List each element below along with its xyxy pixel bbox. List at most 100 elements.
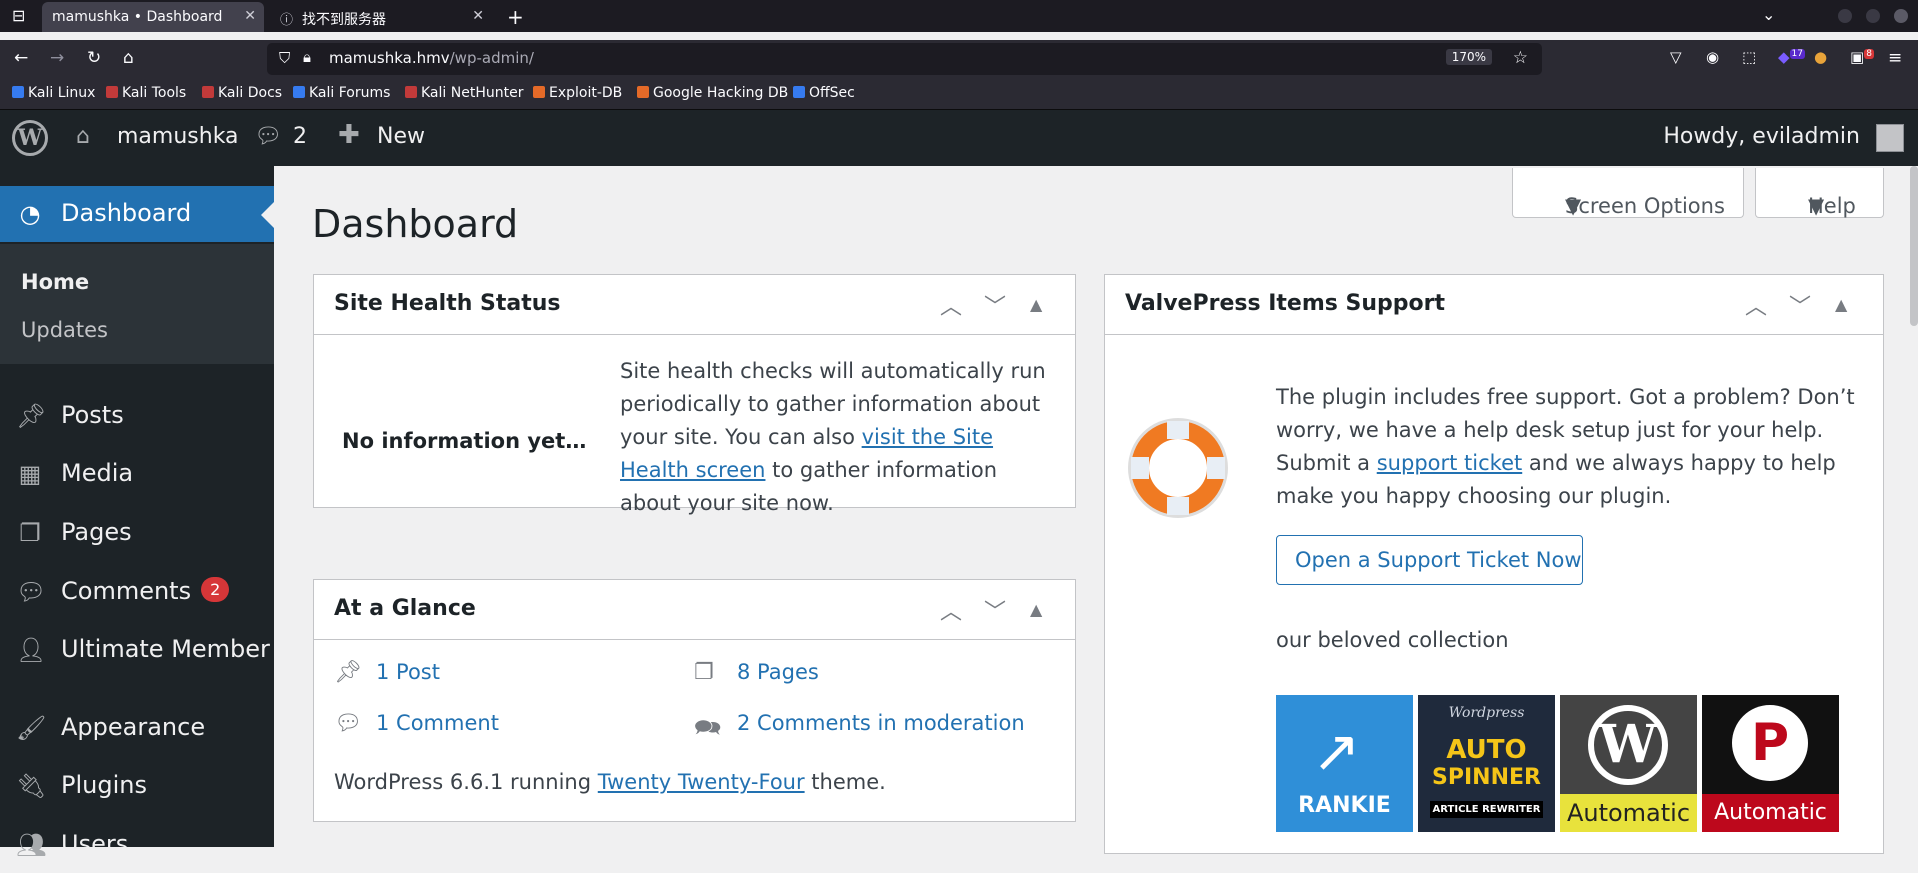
sidebar-item-media[interactable]: ▦ Media <box>0 446 274 502</box>
extensions-icon[interactable]: ⬚ <box>1742 48 1756 66</box>
move-up-icon[interactable]: ︿ <box>1745 289 1767 321</box>
glance-posts-link[interactable]: 1 Post <box>376 660 440 684</box>
wordpress-logo-icon[interactable]: W <box>12 120 48 156</box>
close-window-button[interactable] <box>1894 9 1908 23</box>
sidebar-item-plugins[interactable]: 🔌︎ Plugins <box>0 758 274 814</box>
extension-icon[interactable]: ◆ 17 <box>1778 48 1805 66</box>
tab-title: mamushka • Dashboard <box>52 9 223 25</box>
tile-label: AUTO <box>1446 735 1527 765</box>
chevron-down-icon[interactable]: ⌄ <box>1762 5 1775 24</box>
forward-icon[interactable]: → <box>50 48 64 68</box>
bookmark-kali-forums[interactable]: Kali Forums <box>293 85 390 101</box>
bookmark-ghdb[interactable]: Google Hacking DB <box>637 85 788 101</box>
site-name-link[interactable]: mamushka <box>117 124 239 149</box>
dashboard-submenu: Home Updates <box>0 244 274 364</box>
home-icon: ⌂ <box>76 124 90 149</box>
version-text: WordPress 6.6.1 running <box>334 770 592 794</box>
bookmark-kali-linux[interactable]: Kali Linux <box>12 85 95 101</box>
move-up-icon[interactable]: ︿ <box>940 594 962 626</box>
minimize-button[interactable] <box>1838 9 1852 23</box>
comments-moderation-icon: 🗪︎ <box>694 716 722 741</box>
tab-server-not-found[interactable]: ⓘ 找不到服务器 ✕ <box>270 2 492 32</box>
glance-comments-link[interactable]: 1 Comment <box>376 711 499 735</box>
support-ticket-link[interactable]: support ticket <box>1377 451 1522 475</box>
page-title: Dashboard <box>312 202 519 246</box>
toggle-panel-icon[interactable]: ▲ <box>1030 295 1042 314</box>
glance-moderation-link[interactable]: 2 Comments in moderation <box>737 711 1025 735</box>
maximize-button[interactable] <box>1866 9 1880 23</box>
toggle-panel-icon[interactable]: ▲ <box>1835 295 1847 314</box>
move-up-icon[interactable]: ︿ <box>940 289 962 321</box>
tab-list-icon[interactable]: ⊟ <box>12 6 25 25</box>
sidebar-item-comments[interactable]: 💬︎ Comments 2 <box>0 564 274 620</box>
url-host: mamushka.hmv <box>329 49 450 67</box>
back-icon[interactable]: ← <box>14 48 28 68</box>
bookmark-kali-docs[interactable]: Kali Docs <box>202 85 282 101</box>
lifebuoy-icon <box>1131 421 1225 515</box>
home-icon[interactable]: ⌂ <box>123 48 134 68</box>
zoom-level[interactable]: 170% <box>1445 49 1492 65</box>
sidebar-item-posts[interactable]: 📌︎ Posts <box>0 388 274 444</box>
menu-icon[interactable]: ≡ <box>1888 48 1902 68</box>
bookmark-kali-nethunter[interactable]: Kali NetHunter <box>405 85 523 101</box>
sidebar-item-pages[interactable]: ❐ Pages <box>0 505 274 561</box>
sidebar-item-appearance[interactable]: 🖌︎ Appearance <box>0 700 274 756</box>
submenu-updates[interactable]: Updates <box>21 318 108 342</box>
sidebar-item-dashboard[interactable]: ◔ Dashboard <box>0 186 274 242</box>
bookmark-star-icon[interactable]: ☆ <box>1513 48 1528 68</box>
rankie-tile[interactable]: ↗ RANKIE <box>1276 695 1413 832</box>
comments-label: Comments <box>61 577 192 605</box>
bookmark-kali-tools[interactable]: Kali Tools <box>106 85 186 101</box>
widget-header: At a Glance ︿ ﹀ ▲ <box>314 580 1075 640</box>
browser-tab-strip: ⊟ mamushka • Dashboard ✕ ⓘ 找不到服务器 ✕ + ⌄ <box>0 0 1918 32</box>
shield-icon[interactable]: ⛉ <box>279 49 290 67</box>
sidebar-item-users[interactable]: 👥︎ Users <box>0 817 274 873</box>
pocket-icon[interactable]: ▽ <box>1670 48 1682 66</box>
new-content-link[interactable]: New <box>377 124 425 149</box>
move-down-icon[interactable]: ﹀ <box>1789 289 1811 321</box>
sidebar-item-ultimate-member[interactable]: 👤︎ Ultimate Member <box>0 622 274 678</box>
bookmark-label: OffSec <box>809 85 855 101</box>
move-down-icon[interactable]: ﹀ <box>984 594 1006 626</box>
cookie-icon[interactable]: ● <box>1814 48 1827 66</box>
lock-icon[interactable]: 🔒︎ <box>303 48 311 66</box>
page-scrollbar[interactable] <box>1910 166 1918 326</box>
account-icon[interactable]: ◉ <box>1706 48 1719 66</box>
tile-label: Wordpress <box>1448 705 1525 721</box>
container-icon[interactable]: ▣ 8 <box>1850 48 1874 66</box>
plus-icon: ✚ <box>338 120 360 150</box>
avatar[interactable] <box>1876 124 1904 152</box>
url-bar[interactable]: ⛉ 🔒︎ mamushka.hmv/wp-admin/ 170% ☆ <box>267 43 1542 75</box>
ghdb-icon <box>637 86 649 98</box>
toggle-panel-icon[interactable]: ▲ <box>1030 600 1042 619</box>
reload-icon[interactable]: ↻ <box>87 48 101 68</box>
widget-title: At a Glance <box>334 596 476 621</box>
theme-link[interactable]: Twenty Twenty-Four <box>598 770 805 794</box>
howdy-user-link[interactable]: Howdy, eviladmin <box>1663 124 1860 149</box>
button-label: Screen Options <box>1565 194 1725 218</box>
bookmark-exploit-db[interactable]: Exploit-DB <box>533 85 622 101</box>
widget-header: Site Health Status ︿ ﹀ ▲ <box>314 275 1075 335</box>
comments-count-link[interactable]: 2 <box>293 124 307 149</box>
site-health-status: No information yet… <box>342 429 587 453</box>
close-tab-icon[interactable]: ✕ <box>244 8 256 24</box>
auto-spinner-tile[interactable]: Wordpress AUTO SPINNER ARTICLE REWRITER <box>1418 695 1555 832</box>
lifebuoy-band <box>1167 497 1189 515</box>
pinterest-automatic-tile[interactable]: P Automatic <box>1702 695 1839 832</box>
caret-down-icon: ▼ <box>1565 194 1582 218</box>
close-tab-icon[interactable]: ✕ <box>472 8 484 24</box>
help-button[interactable]: Help ▼ <box>1755 168 1884 218</box>
tile-label: Automatic <box>1702 794 1839 832</box>
screen-options-button[interactable]: Screen Options ▼ <box>1512 168 1744 218</box>
paintbrush-icon: 🖌︎ <box>16 714 47 742</box>
open-support-ticket-button[interactable]: Open a Support Ticket Now <box>1276 535 1583 585</box>
sidebar-item-label: Ultimate Member <box>61 635 270 663</box>
move-down-icon[interactable]: ﹀ <box>984 289 1006 321</box>
new-tab-icon[interactable]: + <box>507 5 524 29</box>
url-text[interactable]: mamushka.hmv/wp-admin/ <box>329 49 534 67</box>
submenu-home[interactable]: Home <box>21 270 89 294</box>
glance-pages-link[interactable]: 8 Pages <box>737 660 819 684</box>
tab-dashboard[interactable]: mamushka • Dashboard ✕ <box>42 2 264 32</box>
bookmark-offsec[interactable]: OffSec <box>793 85 855 101</box>
automatic-tile[interactable]: W Automatic <box>1560 695 1697 832</box>
